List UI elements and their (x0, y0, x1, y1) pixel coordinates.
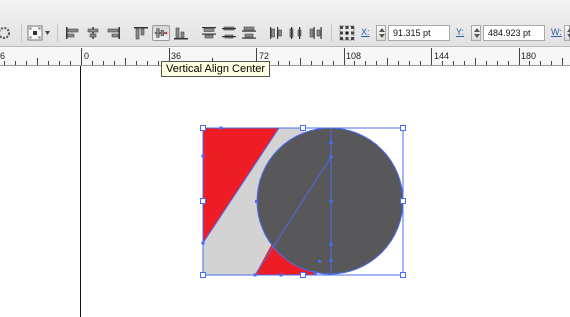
handle-bottom-right (400, 272, 406, 278)
handle-top-center (300, 125, 306, 131)
handle-bottom-center (300, 272, 306, 278)
handle-middle-right (400, 198, 406, 204)
artwork[interactable] (0, 0, 570, 317)
tooltip: Vertical Align Center (161, 61, 271, 77)
handle-middle-left (200, 198, 206, 204)
handle-top-right (400, 125, 406, 131)
handle-top-left (200, 125, 206, 131)
handle-bottom-left (200, 272, 206, 278)
